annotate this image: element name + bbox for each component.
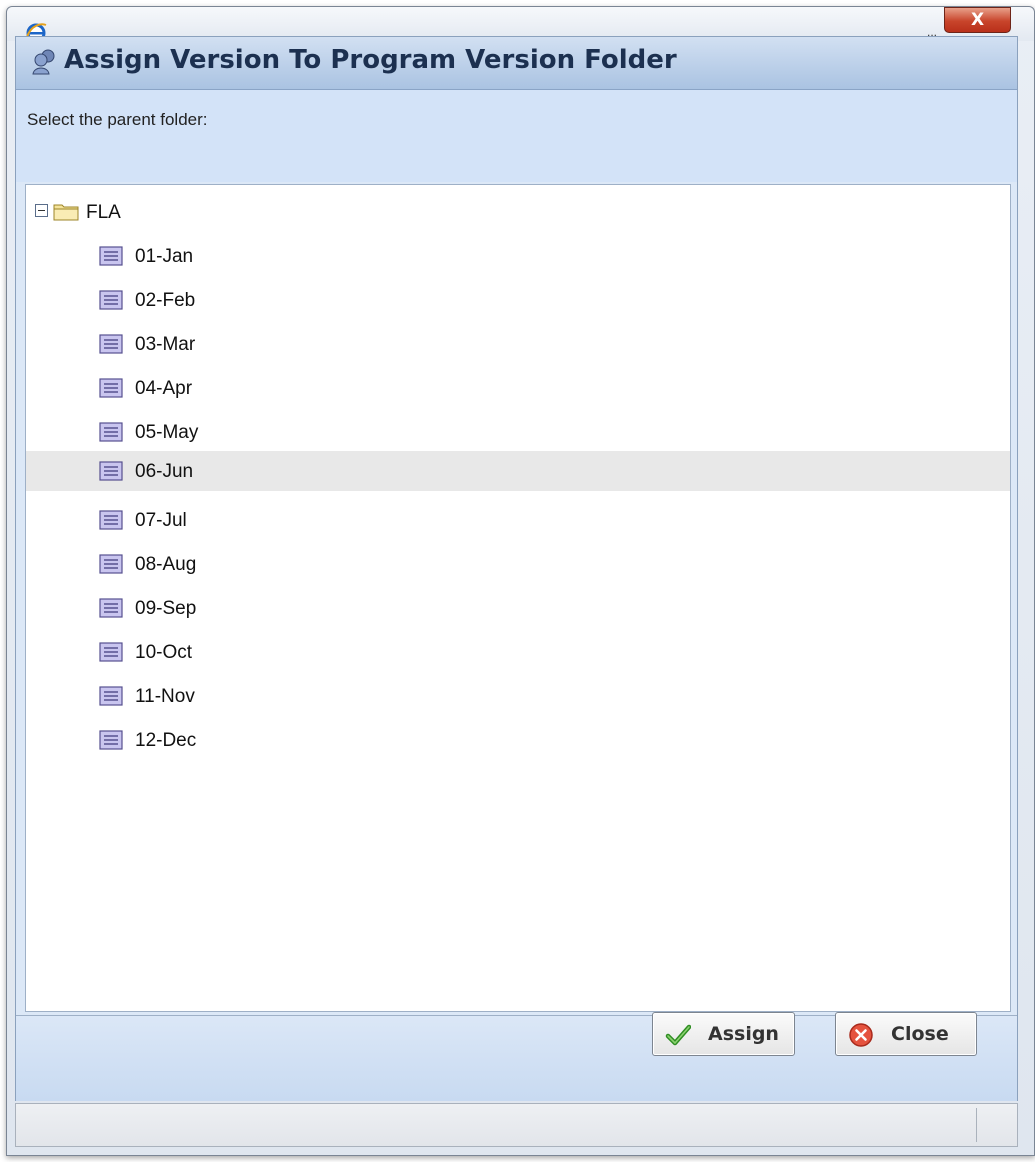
document-folder-icon: [99, 290, 123, 310]
assign-version-dialog: Assign Version To Program Version Folder…: [15, 36, 1018, 1101]
document-folder-icon: [99, 730, 123, 750]
tree-node-08-aug[interactable]: 08-Aug: [26, 546, 1010, 584]
users-icon: [32, 49, 55, 75]
assign-button-label: Assign: [708, 1023, 779, 1045]
tree-node-12-dec[interactable]: 12-Dec: [26, 722, 1010, 760]
assign-button[interactable]: Assign: [652, 1012, 795, 1056]
tree-node-11-nov[interactable]: 11-Nov: [26, 678, 1010, 716]
tree-node-label: 10-Oct: [135, 642, 193, 663]
document-folder-icon: [99, 246, 123, 266]
dialog-header: Assign Version To Program Version Folder: [16, 37, 1017, 90]
tree-node-label: 05-May: [135, 422, 199, 443]
checkmark-icon: [665, 1024, 691, 1046]
folder-icon: [53, 204, 79, 221]
document-folder-icon: [99, 510, 123, 530]
tree-node-label: 08-Aug: [135, 554, 197, 575]
collapse-toggle-icon[interactable]: [35, 204, 48, 217]
tree-node-03-mar[interactable]: 03-Mar: [26, 326, 1010, 364]
close-button-label: Close: [891, 1023, 949, 1045]
tree-root-label: FLA: [86, 202, 121, 223]
tree-node-label: 12-Dec: [135, 730, 197, 751]
tree-node-10-oct[interactable]: 10-Oct: [26, 634, 1010, 672]
tree-node-label: 07-Jul: [135, 510, 187, 531]
tree-node-label: 03-Mar: [135, 334, 196, 355]
dialog-title: Assign Version To Program Version Folder: [64, 45, 677, 75]
status-text-area: [16, 1104, 974, 1146]
tree-node-09-sep[interactable]: 09-Sep: [26, 590, 1010, 628]
prompt-label: Select the parent folder:: [27, 110, 208, 129]
tree-node-06-jun[interactable]: 06-Jun: [26, 451, 1010, 491]
status-bar: [15, 1103, 1018, 1147]
tree-node-01-jan[interactable]: 01-Jan: [26, 238, 1010, 276]
document-folder-icon: [99, 642, 123, 662]
tree-root-node[interactable]: FLA: [26, 194, 1010, 232]
close-button[interactable]: Close: [835, 1012, 977, 1056]
tree-node-label: 04-Apr: [135, 378, 193, 399]
tree-node-05-may[interactable]: 05-May: [26, 414, 1010, 452]
cancel-icon: [849, 1023, 873, 1047]
document-folder-icon: [99, 686, 123, 706]
tree-node-label: 02-Feb: [135, 290, 196, 311]
tree-node-label: 11-Nov: [135, 686, 195, 707]
folder-tree: FLA 01-Jan 02-Feb 03-Mar 04-Apr 05-May 0…: [25, 184, 1011, 1012]
tree-node-label: 09-Sep: [135, 598, 197, 619]
document-folder-icon: [99, 554, 123, 574]
document-folder-icon: [99, 334, 123, 354]
window-close-button[interactable]: X: [944, 7, 1011, 33]
status-divider: [976, 1108, 977, 1142]
document-folder-icon: [99, 378, 123, 398]
tree-node-04-apr[interactable]: 04-Apr: [26, 370, 1010, 408]
tree-node-02-feb[interactable]: 02-Feb: [26, 282, 1010, 320]
document-folder-icon: [99, 598, 123, 618]
tree-node-label: 01-Jan: [135, 246, 194, 267]
prompt-bar: [16, 90, 1017, 182]
document-folder-icon: [99, 422, 123, 442]
tree-node-label: 06-Jun: [135, 461, 194, 482]
document-folder-icon: [99, 461, 123, 481]
tree-node-07-jul[interactable]: 07-Jul: [26, 502, 1010, 540]
